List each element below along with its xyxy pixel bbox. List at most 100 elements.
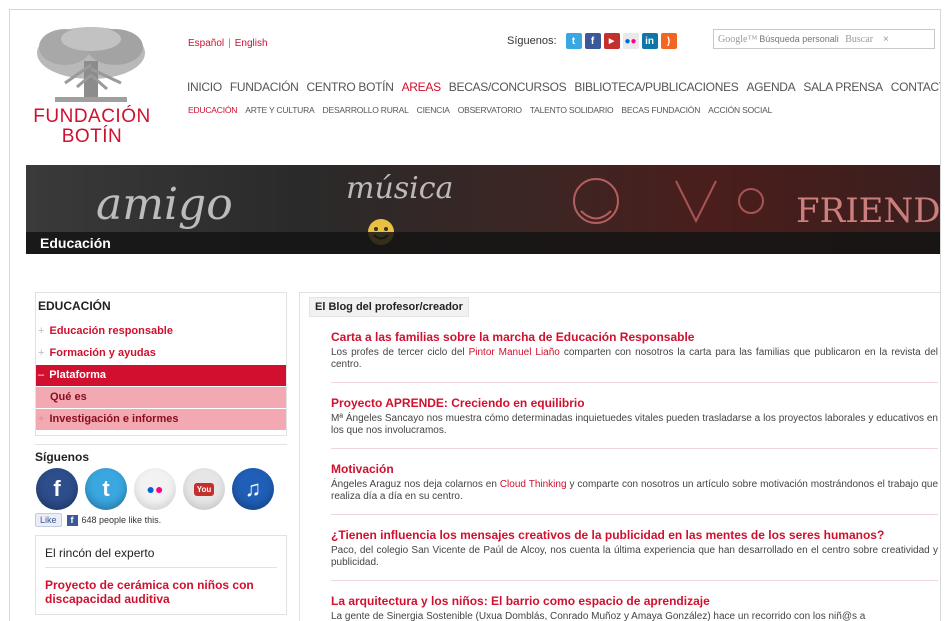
youtube-icon[interactable]: You — [183, 468, 225, 510]
banner-title-bar — [26, 232, 940, 254]
flickr-icon[interactable]: ● ● — [134, 468, 176, 510]
menu-item-label: Plataforma — [49, 369, 107, 381]
facebook-like-button[interactable]: Like — [35, 513, 62, 527]
facebook-icon[interactable]: f — [584, 33, 601, 49]
section-banner: amigo música FRIENDS Educación — [26, 165, 941, 254]
blog-post-title[interactable]: Motivación — [331, 462, 938, 476]
follow-label: Síguenos: — [507, 35, 557, 47]
menu-item-label: Educación responsable — [49, 325, 173, 337]
excerpt-text: Ángeles Araguz nos deja colarnos en — [331, 479, 500, 490]
rss-icon[interactable]: ) — [660, 33, 677, 49]
blog-heading: El Blog del profesor/creador — [309, 297, 469, 317]
follow-us-icons: f t ● ● You ♫ — [35, 468, 287, 510]
left-sidebar: EDUCACIÓN + Educación responsable + Form… — [35, 292, 287, 615]
search-button[interactable]: Buscar — [845, 34, 873, 45]
banner-title: Educación — [40, 235, 111, 251]
logo-line-2: BOTÍN — [61, 126, 123, 147]
excerpt-text: La gente de Sinergia Sostenible (Uxua Do… — [331, 611, 866, 621]
blog-post-title[interactable]: ¿Tienen influencia los mensajes creativo… — [331, 528, 938, 542]
menu-item-plataforma[interactable]: – Plataforma — [36, 365, 286, 386]
linkedin-icon[interactable]: in — [641, 33, 658, 49]
sub-navigation: EDUCACIÓN ARTE Y CULTURA DESARROLLO RURA… — [188, 105, 780, 115]
blog-post-title[interactable]: Proyecto APRENDE: Creciendo en equilibri… — [331, 396, 938, 410]
nav-biblioteca[interactable]: BIBLIOTECA/PUBLICACIONES — [574, 80, 738, 94]
page-frame: FUNDACIÓN BOTÍN Español | English Síguenos… — [9, 9, 941, 621]
blog-post: ¿Tienen influencia los mensajes creativo… — [331, 528, 938, 581]
blog-post-title[interactable]: La arquitectura y los niños: El barrio c… — [331, 594, 938, 608]
blog-post-title[interactable]: Carta a las familias sobre la marcha de … — [331, 330, 938, 344]
blog-post-excerpt: Mª Ángeles Sancayo nos muestra cómo dete… — [331, 413, 938, 437]
facebook-icon[interactable]: f — [36, 468, 78, 510]
menu-item-investigacion-informes[interactable]: + Investigación e informes — [36, 409, 286, 430]
twitter-icon[interactable]: t — [565, 33, 582, 49]
menu-item-educacion-responsable[interactable]: + Educación responsable — [36, 321, 286, 342]
fundacion-botin-logo[interactable]: FUNDACIÓN BOTÍN — [27, 25, 167, 155]
tree-logo-icon — [37, 27, 145, 102]
menu-item-que-es[interactable]: Qué es — [36, 387, 286, 408]
search-input[interactable] — [759, 34, 840, 44]
youtube-icon[interactable]: ▶ — [603, 33, 620, 49]
subnav-becas-fundacion[interactable]: BECAS FUNDACIÓN — [621, 105, 700, 115]
facebook-like-row: Like f 648 people like this. — [35, 513, 287, 527]
blog-post: La arquitectura y los niños: El barrio c… — [331, 594, 938, 621]
menu-item-label: Investigación e informes — [49, 413, 179, 425]
banner-word-friends: FRIENDS — [796, 191, 941, 231]
nav-contacto[interactable]: CONTACTO — [891, 80, 940, 94]
subnav-arte-cultura[interactable]: ARTE Y CULTURA — [245, 105, 315, 115]
nav-sala-prensa[interactable]: SALA PRENSA — [803, 80, 883, 94]
like-count: 648 people like this. — [81, 515, 162, 525]
excerpt-text: Paco, del colegio San Vicente de Paúl de… — [331, 545, 938, 568]
subnav-ciencia[interactable]: CIENCIA — [417, 105, 450, 115]
expand-icon: + — [38, 413, 45, 425]
excerpt-link[interactable]: Pintor Manuel Liaño — [469, 347, 560, 358]
banner-word-amigo: amigo — [96, 179, 233, 230]
nav-inicio[interactable]: INICIO — [187, 80, 222, 94]
lang-en-link[interactable]: English — [235, 38, 268, 49]
expert-corner-box: El rincón del experto Proyecto de cerámi… — [35, 535, 287, 615]
subnav-observatorio[interactable]: OBSERVATORIO — [458, 105, 522, 115]
section-menu: EDUCACIÓN + Educación responsable + Form… — [35, 292, 287, 436]
subnav-educacion[interactable]: EDUCACIÓN — [188, 105, 237, 115]
music-icon[interactable]: ♫ — [232, 468, 274, 510]
banner-doodles-icon — [573, 178, 764, 224]
follow-us-heading: Síguenos — [35, 450, 90, 464]
blog-post-excerpt: Ángeles Araguz nos deja colarnos en Clou… — [331, 479, 938, 503]
blog-post: Motivación Ángeles Araguz nos deja colar… — [331, 462, 938, 515]
nav-centro-botin[interactable]: CENTRO BOTÍN — [307, 80, 394, 94]
nav-becas[interactable]: BECAS/CONCURSOS — [449, 80, 567, 94]
collapse-icon: – — [38, 369, 45, 381]
header-social-links: Síguenos: t f ▶ ● ● in ) — [507, 33, 677, 49]
facebook-small-icon: f — [66, 514, 78, 526]
twitter-icon[interactable]: t — [85, 468, 127, 510]
blog-post-excerpt: Los profes de tercer ciclo del Pintor Ma… — [331, 347, 938, 371]
expert-corner-heading: El rincón del experto — [45, 546, 277, 568]
blog-post-excerpt: Paco, del colegio San Vicente de Paúl de… — [331, 545, 938, 569]
expand-icon: + — [38, 325, 45, 337]
excerpt-text: Mª Ángeles Sancayo nos muestra cómo dete… — [331, 413, 938, 436]
subnav-accion-social[interactable]: ACCIÓN SOCIAL — [708, 105, 772, 115]
nav-areas[interactable]: AREAS — [402, 80, 441, 94]
expert-article-link[interactable]: Proyecto de cerámica con niños con disca… — [45, 578, 277, 606]
nav-fundacion[interactable]: FUNDACIÓN — [230, 80, 299, 94]
excerpt-link[interactable]: Cloud Thinking — [500, 479, 567, 490]
lang-separator: | — [228, 38, 231, 49]
excerpt-text: Los profes de tercer ciclo del — [331, 347, 469, 358]
menu-item-formacion-ayudas[interactable]: + Formación y ayudas — [36, 343, 286, 364]
section-menu-heading: EDUCACIÓN — [38, 299, 111, 313]
blog-post: Carta a las familias sobre la marcha de … — [331, 330, 938, 383]
subnav-desarrollo-rural[interactable]: DESARROLLO RURAL — [323, 105, 409, 115]
expand-icon: + — [38, 347, 45, 359]
subnav-talento-solidario[interactable]: TALENTO SOLIDARIO — [530, 105, 614, 115]
flickr-icon[interactable]: ● ● — [622, 33, 639, 49]
menu-item-label: Qué es — [50, 391, 87, 403]
google-search-box: Google™ Buscar × — [713, 29, 935, 49]
nav-agenda[interactable]: AGENDA — [747, 80, 796, 94]
blog-post: Proyecto APRENDE: Creciendo en equilibri… — [331, 396, 938, 449]
logo-wordmark: FUNDACIÓN BOTÍN — [27, 107, 157, 147]
search-clear-button[interactable]: × — [883, 34, 889, 45]
language-switcher: Español | English — [188, 38, 268, 49]
logo-line-1: FUNDACIÓN — [33, 106, 151, 127]
lang-es-link[interactable]: Español — [188, 38, 224, 49]
blog-panel: El Blog del profesor/creador Carta a las… — [299, 292, 940, 621]
banner-word-musica: música — [346, 171, 454, 206]
